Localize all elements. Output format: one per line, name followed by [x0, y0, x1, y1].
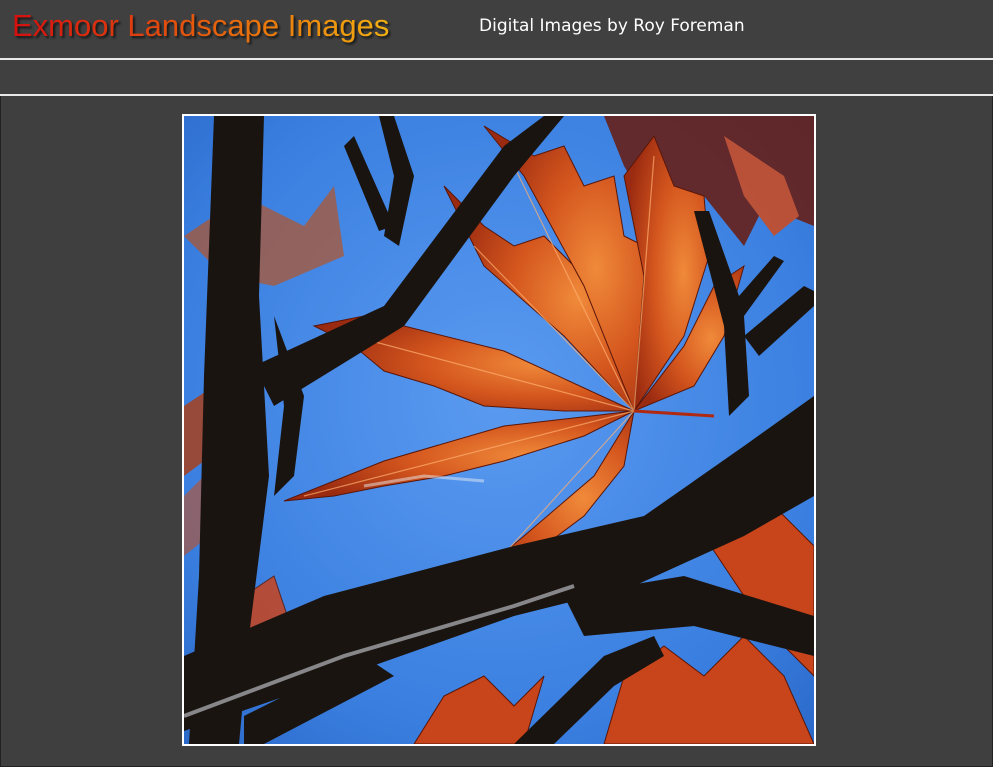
nav-divider [0, 94, 993, 96]
main-photo[interactable] [182, 114, 816, 746]
site-title[interactable]: Exmoor Landscape Images [12, 8, 389, 44]
nav-bar [0, 60, 993, 94]
site-header: Exmoor Landscape Images Digital Images b… [0, 0, 993, 58]
photo-icon [184, 116, 814, 744]
site-subtitle: Digital Images by Roy Foreman [479, 16, 745, 36]
